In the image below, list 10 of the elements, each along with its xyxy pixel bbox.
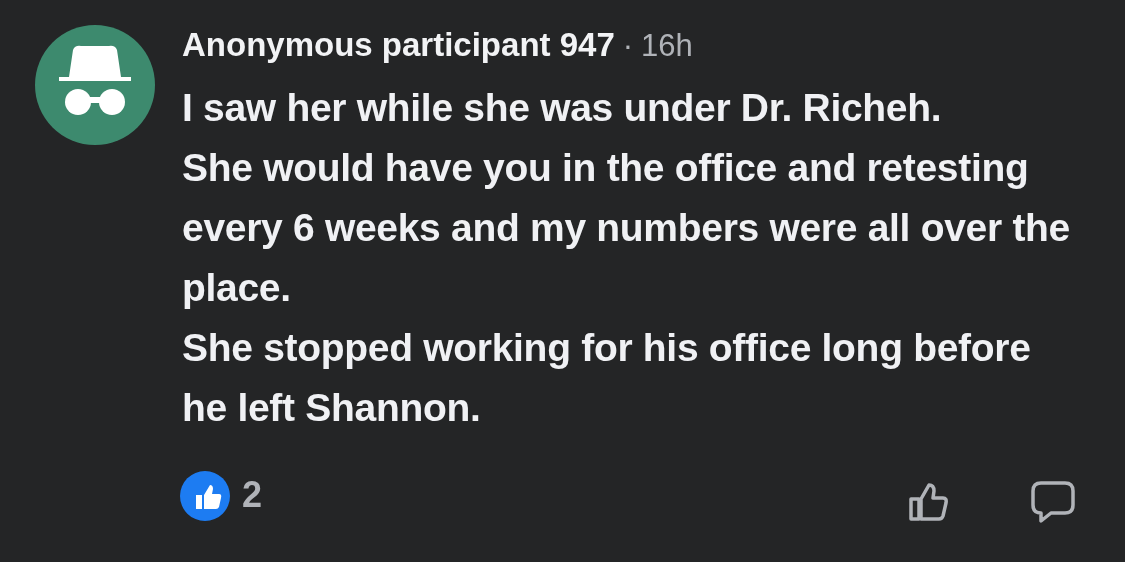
comment-text: She would have you in the office and retesting every 6 weeks and my numbers were all over the place. (182, 145, 1071, 311)
separator-dot: · (622, 28, 634, 64)
reaction-count: 2 (242, 473, 263, 515)
author-name[interactable]: Anonymous participant 947 (182, 26, 615, 64)
timestamp[interactable]: 16h (641, 28, 693, 64)
comment-text: I saw her while she was under Dr. Richeh. (182, 85, 943, 131)
comment-icon[interactable] (1031, 479, 1075, 523)
comment-text: She stopped working for his office long before he left Shannon. (182, 325, 1032, 431)
like-reaction-icon[interactable] (180, 471, 230, 521)
incognito-avatar-icon (35, 25, 155, 145)
